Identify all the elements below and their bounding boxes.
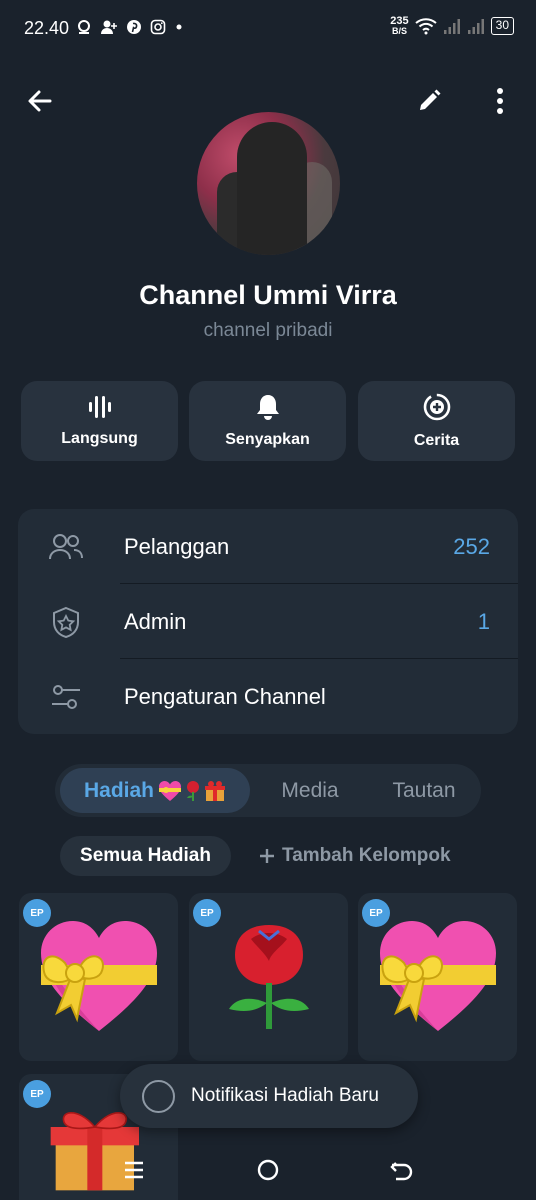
mute-button-label: Senyapkan [225, 431, 310, 448]
subscribers-label: Pelanggan [124, 533, 230, 559]
home-button[interactable] [248, 1152, 288, 1188]
story-button[interactable]: Cerita [358, 381, 515, 461]
instagram-icon [150, 19, 166, 35]
all-gifts-chip[interactable]: Semua Hadiah [60, 836, 231, 876]
gift-emoji-icons [158, 780, 226, 802]
menu-icon [125, 1161, 143, 1179]
signal-icon-2 [467, 19, 484, 34]
notification-label: Notifikasi Hadiah Baru [191, 1085, 379, 1106]
heart-ribbon-icon [159, 780, 181, 801]
notification-radio[interactable] [142, 1080, 175, 1113]
live-button[interactable]: Langsung [21, 381, 178, 461]
admins-label: Admin [124, 608, 187, 634]
rose-icon [229, 925, 309, 1029]
story-add-icon [423, 393, 450, 421]
tab-links[interactable]: Tautan [370, 768, 478, 813]
subscribers-row[interactable]: Pelanggan 252 [18, 509, 518, 584]
status-notification-icons [76, 19, 184, 35]
add-group-label: Tambah Kelompok [282, 845, 451, 866]
shield-star-icon [53, 606, 79, 639]
people-icon [49, 534, 83, 560]
edit-button[interactable] [409, 81, 449, 121]
back-arrow-icon [390, 1162, 413, 1181]
wifi-icon [415, 18, 437, 35]
recent-apps-button[interactable] [114, 1152, 154, 1188]
channel-name: Channel Ummi Virra [139, 280, 397, 310]
net-speed-unit: B/S [391, 26, 407, 36]
system-nav-bar [0, 1140, 536, 1200]
status-time: 22.40 [24, 18, 70, 38]
pencil-icon [420, 89, 441, 110]
new-gift-notification-toggle[interactable]: Notifikasi Hadiah Baru [120, 1064, 418, 1128]
settings-sliders-icon [52, 685, 80, 709]
arrow-left-icon [28, 90, 52, 112]
live-button-label: Langsung [61, 430, 138, 447]
status-bar: 22.40 235 B/S 30 [0, 0, 536, 60]
more-options-button[interactable] [480, 81, 520, 121]
story-button-label: Cerita [413, 432, 460, 449]
add-group-button[interactable]: Tambah Kelompok [258, 845, 451, 867]
live-stream-icon [88, 396, 111, 418]
signal-icon [443, 19, 460, 34]
channel-settings-label: Pengaturan Channel [124, 683, 326, 709]
channel-avatar[interactable] [197, 112, 340, 255]
rose-icon [187, 780, 199, 801]
back-button[interactable] [20, 81, 60, 121]
gift-box-icon [205, 780, 225, 801]
home-circle-icon [257, 1159, 279, 1181]
channel-info-card: Pelanggan 252 Admin 1 Pengaturan Channel [18, 509, 518, 734]
more-vertical-icon [497, 88, 503, 114]
channel-settings-row[interactable]: Pengaturan Channel [18, 659, 518, 734]
heart-ribbon-icon [380, 921, 496, 1031]
mute-button[interactable]: Senyapkan [189, 381, 346, 461]
gift-card[interactable]: EP [358, 893, 517, 1061]
person-add-icon [101, 20, 117, 34]
tab-gifts-label: Hadiah [83, 778, 154, 802]
gift-card[interactable]: EP [19, 893, 178, 1061]
battery-indicator: 30 [490, 17, 514, 35]
threads-icon [78, 20, 90, 34]
gift-card[interactable]: EP [189, 893, 348, 1061]
tab-gifts[interactable]: Hadiah [60, 768, 250, 813]
net-speed: 235 B/S [390, 16, 408, 36]
plus-icon [260, 849, 274, 863]
dot-icon [176, 24, 182, 30]
bell-icon [256, 395, 279, 420]
channel-subtitle: channel pribadi [203, 320, 333, 341]
subscribers-count: 252 [453, 533, 490, 559]
pinterest-icon [127, 20, 141, 34]
admins-count: 1 [477, 608, 490, 634]
avatar-figure-main [237, 122, 307, 255]
admins-row[interactable]: Admin 1 [18, 584, 518, 659]
heart-ribbon-icon [41, 921, 157, 1031]
system-back-button[interactable] [382, 1152, 422, 1188]
tab-media[interactable]: Media [255, 768, 365, 813]
profile-tabs: Hadiah Media Tautan [55, 764, 481, 817]
status-right: 235 B/S 30 [390, 16, 514, 36]
